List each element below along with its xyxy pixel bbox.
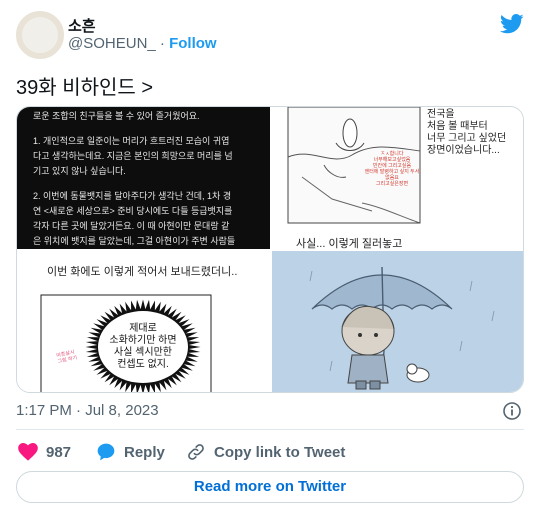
info-icon[interactable] (502, 401, 522, 421)
red-line: 엔터에 발령하고 싶지 두서없음요 (364, 169, 420, 181)
bubble-line: 컨셉도 없지. (117, 359, 169, 370)
caption-line: 너무 그리고 싶었던 (427, 133, 507, 144)
copy-link-button[interactable]: Copy link to Tweet (186, 440, 345, 464)
chibi-umbrella-illustration (309, 266, 495, 390)
tweet-time[interactable]: 1:17 PM (16, 402, 72, 419)
panel1-gap (33, 124, 261, 134)
tweet-meta: 1:17 PM · Jul 8, 2023 (16, 402, 159, 419)
panel1-line: 은 위치에 뱃지를 달았는데, 그걸 아현이가 주변 사람들 (33, 236, 236, 246)
reply-button[interactable]: Reply (96, 440, 165, 464)
separator-dot: · (159, 35, 165, 52)
tweet-card: 소흔 @SOHEUN_ · Follow 39화 비하인드 > 로운 조합의 친… (0, 0, 540, 518)
media-image-3[interactable]: 이번 화에도 이렇게 적어서 보내드렸더니.. 제대로 소화하기만 하면 사실 … (17, 251, 270, 392)
panel1-line: 로운 조합의 친구들을 볼 수 있어 즐거웠어요. (33, 111, 200, 121)
tweet-date[interactable]: Jul 8, 2023 (85, 402, 158, 419)
heart-icon (18, 443, 38, 461)
media-image-1[interactable]: 로운 조합의 친구들을 볼 수 있어 즐거웠어요. 1. 개인적으로 일준이는 … (17, 107, 270, 249)
avatar[interactable] (16, 11, 64, 59)
panel1-line: 기고 있지 않나 싶습니다. (33, 166, 126, 176)
panel1-text: 로운 조합의 친구들을 볼 수 있어 즐거웠어요. 1. 개인적으로 일준이는 … (33, 109, 261, 249)
panel3-top-text: 이번 화에도 이렇게 적어서 보내드렸더니.. (47, 266, 238, 278)
divider (16, 429, 524, 430)
panel1-line: 연 <새로운 세상으로> 준비 당시에도 다들 등급뱃지를 (33, 206, 233, 216)
like-count: 987 (46, 443, 72, 461)
media-image-4[interactable] (272, 251, 523, 392)
twitter-bird-icon[interactable] (500, 13, 524, 35)
reply-label: Reply (124, 443, 165, 461)
bubble-line: 사실 섹시만한 (114, 347, 172, 358)
red-line: 그리고싶은장면 (375, 181, 409, 187)
panel1-line: 1. 개인적으로 일준이는 머리가 흐트러진 모습이 귀엽 (33, 136, 230, 146)
read-more-button[interactable]: Read more on Twitter (16, 471, 524, 503)
red-annotation: ㅈㅅ합니다 너무해보고싶었음 빈칸에 그리고싶음 엔터에 발령하고 싶지 두서없… (363, 151, 421, 187)
display-name[interactable]: 소흔 (68, 15, 96, 36)
meta-separator: · (76, 402, 82, 419)
caption-line: 처음 볼 때부터 (427, 121, 488, 132)
media-grid[interactable]: 로운 조합의 친구들을 볼 수 있어 즐거웠어요. 1. 개인적으로 일준이는 … (16, 106, 524, 393)
tweet-actions: 987 Reply Copy link to Tweet (16, 440, 524, 464)
bubble-line: 소화하기만 하면 (109, 335, 177, 346)
link-icon (188, 444, 204, 460)
tweet-header: 소흔 @SOHEUN_ · Follow (16, 11, 524, 59)
panel1-line: 2. 이번에 동물뱃지를 달아주다가 생각난 건데, 1차 경 (33, 191, 232, 201)
caption-line: 장면이었습니다... (427, 145, 500, 156)
panel2-caption: 전국을 처음 볼 때부터 너무 그리고 싶었던 장면이었습니다... (427, 109, 506, 157)
panel1-line: 각자 다른 곳에 달았거든요. 이 때 아현이만 문대랑 같 (33, 221, 230, 231)
bubble-line: 제대로 (129, 323, 157, 334)
media-image-2[interactable]: ㅈㅅ합니다 너무해보고싶었음 빈칸에 그리고싶음 엔터에 발령하고 싶지 두서없… (272, 107, 523, 249)
handle-row: @SOHEUN_ · Follow (68, 35, 217, 52)
caption-line: 전국을 (427, 109, 455, 120)
tweet-text: 39화 비하인드 > (16, 77, 154, 99)
panel1-gap (33, 179, 261, 189)
user-handle[interactable]: @SOHEUN_ (68, 35, 156, 52)
like-button[interactable]: 987 (18, 440, 71, 464)
panel2-bottom-text: 사실... 이렇게 질러놓고 (296, 238, 403, 249)
follow-button[interactable]: Follow (169, 35, 217, 52)
copy-link-label: Copy link to Tweet (214, 443, 346, 461)
panel1-line: 다고 생각하는데요. 지금은 본인의 희망으로 머리를 넘 (33, 151, 233, 161)
speech-bubble-text: 제대로 소화하기만 하면 사실 섹시만한 컨셉도 없지. (99, 323, 187, 371)
reply-bubble-icon (97, 443, 115, 461)
